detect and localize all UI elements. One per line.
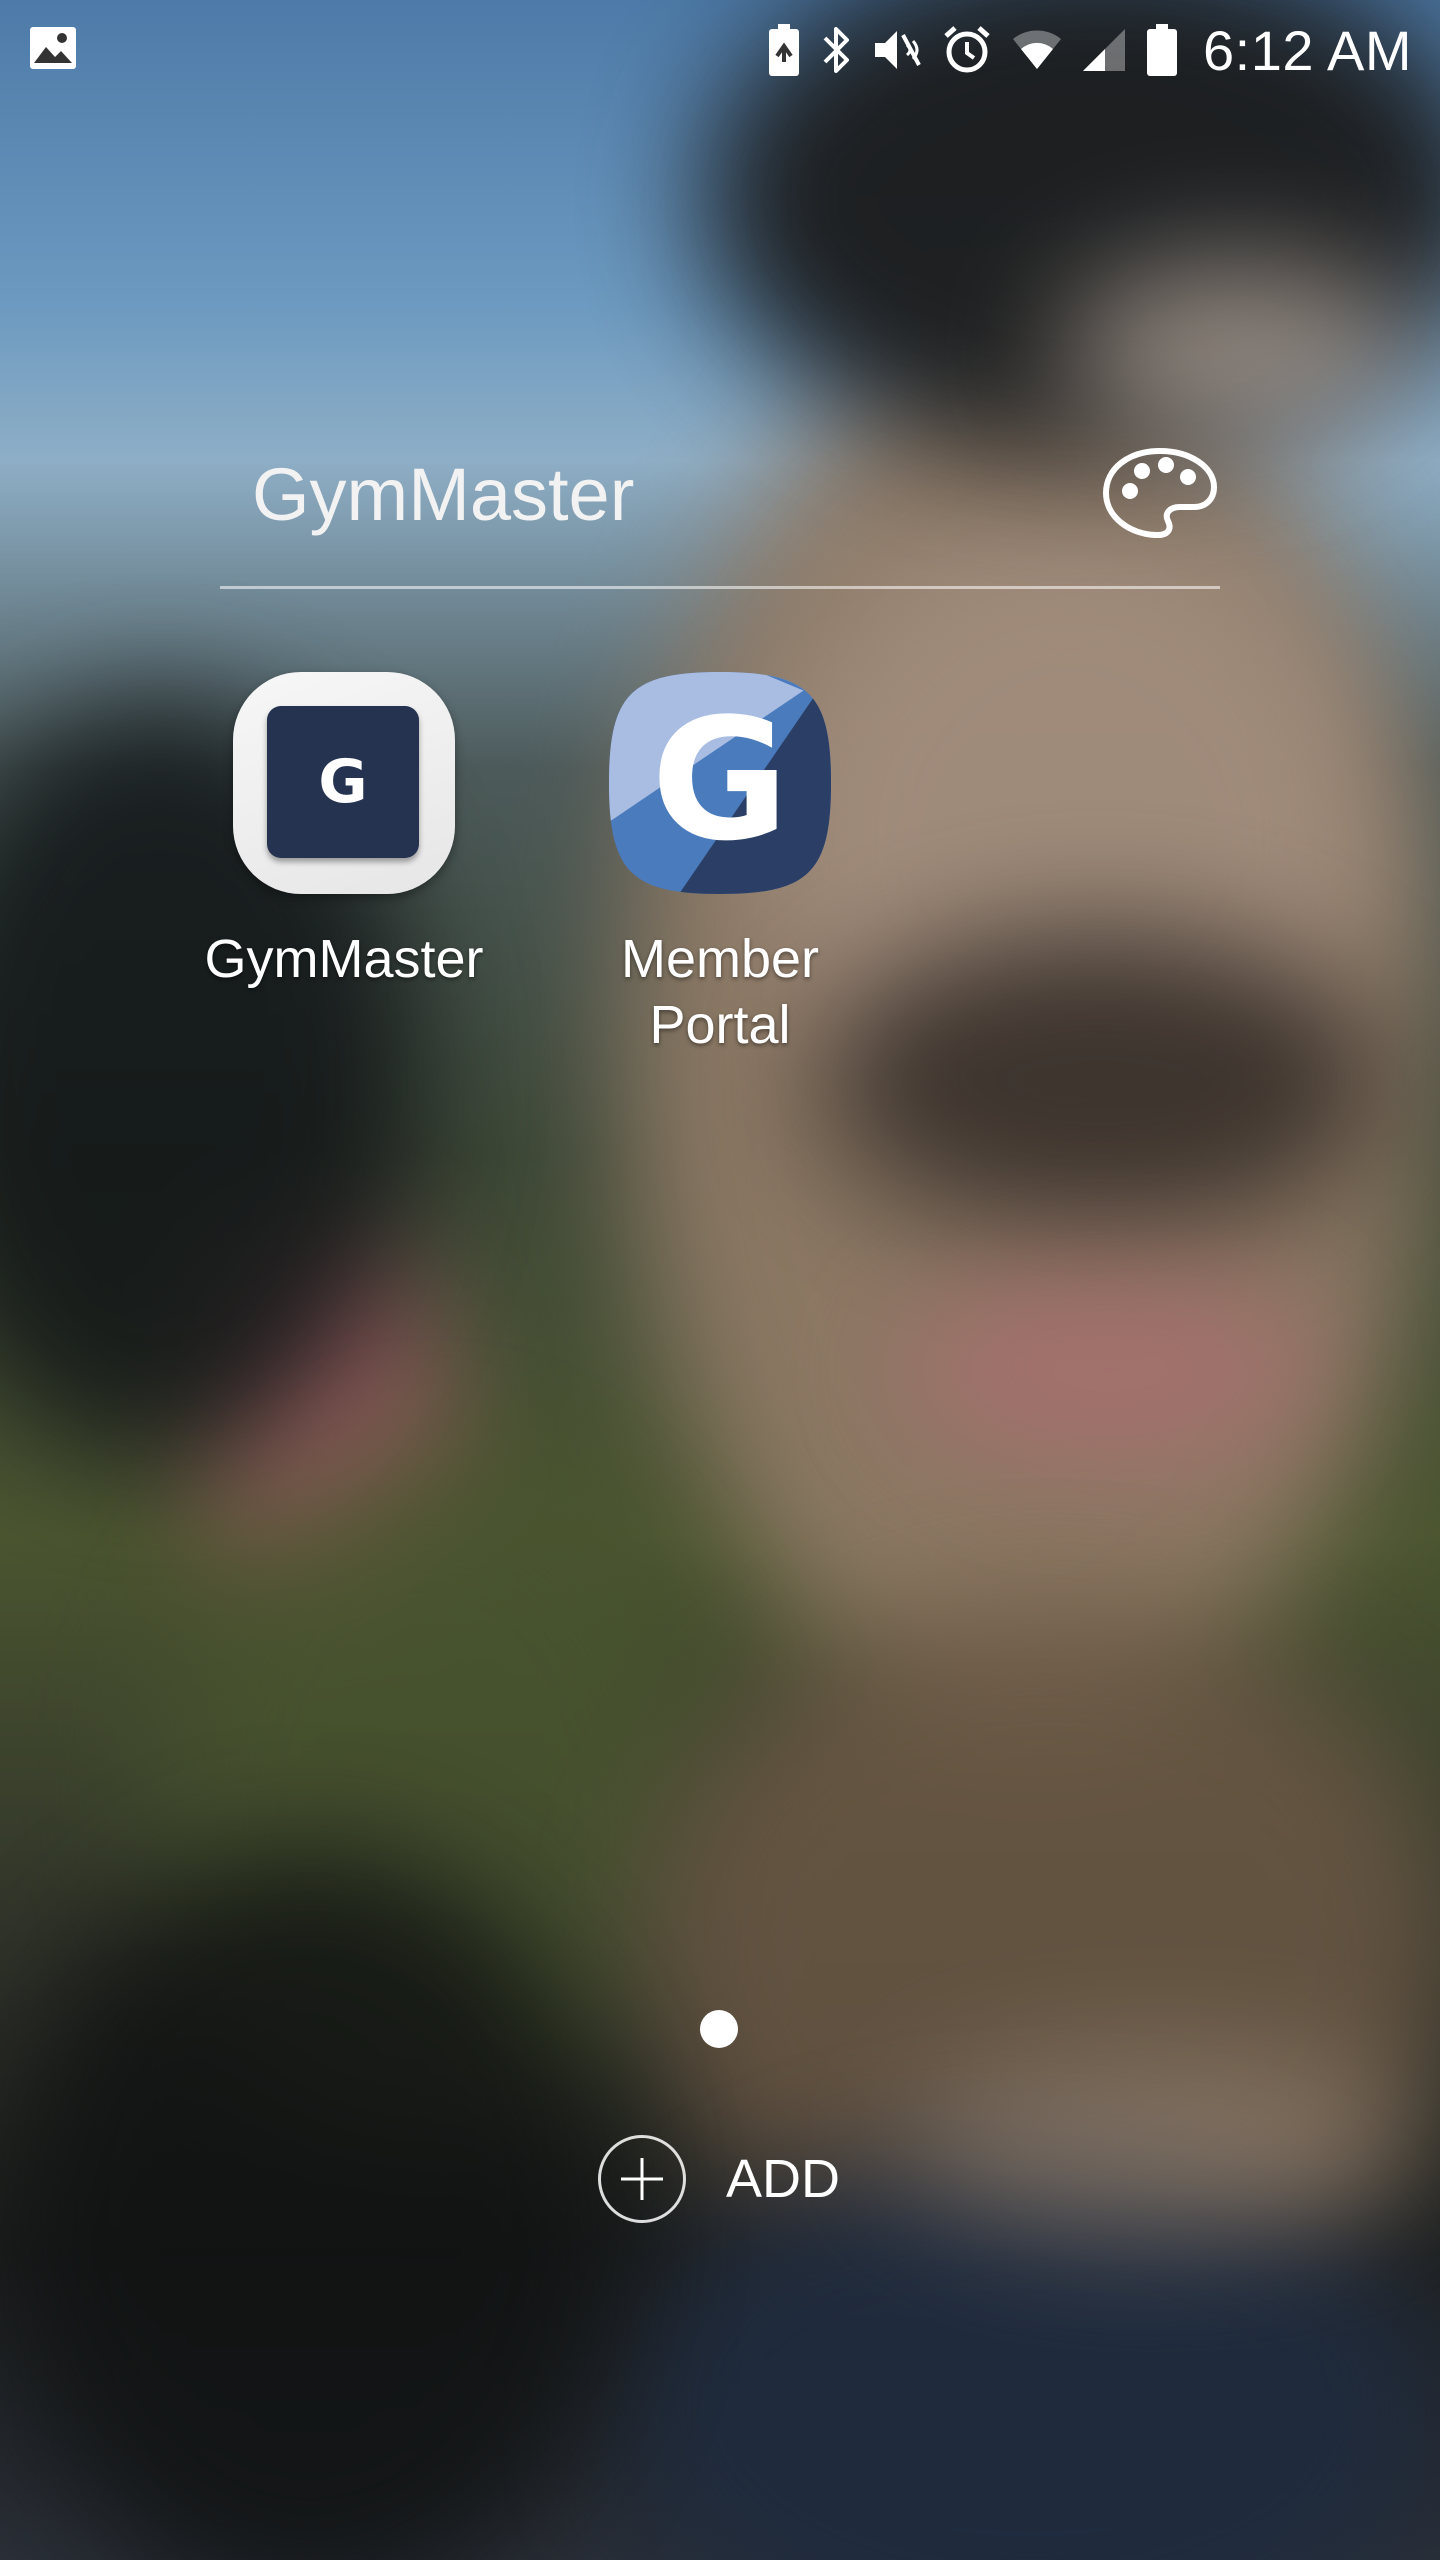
battery-icon <box>1145 22 1179 78</box>
app-gymmaster[interactable]: G GymMaster <box>184 672 504 992</box>
gymmaster-icon-letter: G <box>267 706 419 858</box>
app-label-gymmaster: GymMaster <box>204 929 484 989</box>
folder-color-button[interactable] <box>1100 440 1220 550</box>
status-time: 6:12 AM <box>1203 18 1412 82</box>
member-portal-app-icon: G <box>609 672 831 894</box>
wifi-icon <box>1011 25 1063 75</box>
app-label-member-portal: Member Portal <box>620 929 820 1055</box>
page-indicator-dot <box>700 2010 738 2048</box>
gymmaster-app-icon: G <box>233 672 455 894</box>
add-apps-button[interactable]: ADD <box>598 2132 840 2226</box>
folder-title[interactable]: GymMaster <box>252 452 634 537</box>
member-portal-icon-letter: G <box>651 682 789 878</box>
battery-saver-icon <box>767 22 801 78</box>
status-bar: 6:12 AM <box>0 0 1440 100</box>
vibrate-icon <box>871 25 923 75</box>
alarm-icon <box>941 24 993 76</box>
plus-icon <box>598 2135 686 2223</box>
app-member-portal[interactable]: G Member Portal <box>560 672 880 1058</box>
palette-icon <box>1102 447 1218 544</box>
folder-title-divider <box>220 586 1220 589</box>
bluetooth-icon <box>819 23 853 77</box>
cellular-signal-icon <box>1081 27 1127 73</box>
folder-header: GymMaster <box>220 440 1220 590</box>
gallery-notification-icon <box>28 25 78 76</box>
add-label: ADD <box>726 2149 841 2209</box>
